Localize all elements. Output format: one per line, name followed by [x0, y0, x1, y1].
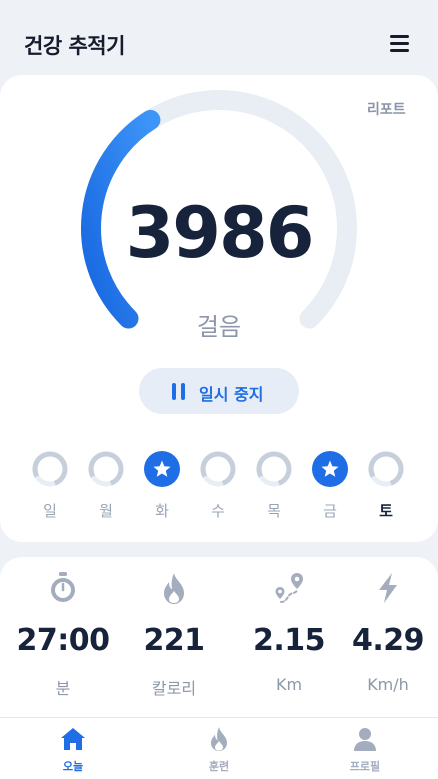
nav-label: 오늘: [62, 760, 84, 773]
route-icon: [275, 573, 303, 603]
day-label: 목: [267, 502, 281, 520]
stat-unit: 분: [55, 679, 71, 698]
pause-button-label: 일시 중지: [199, 385, 264, 404]
day-label: 수: [211, 502, 225, 520]
day-label: 일: [43, 502, 57, 520]
profile-icon: [354, 728, 376, 751]
day-label: 토: [379, 502, 393, 520]
app-header: 건강 추적기: [0, 0, 438, 82]
nav-item-today[interactable]: 오늘: [33, 724, 113, 778]
nav-item-profile[interactable]: 프로필: [325, 724, 405, 778]
stat-distance: 2.15 Km: [239, 571, 339, 701]
day-progress-6[interactable]: 금: [310, 448, 350, 528]
bottom-navigation: 오늘 훈련 프로필: [0, 717, 438, 779]
day-ring-icon: [368, 451, 404, 487]
goal-star-icon: [144, 451, 180, 487]
day-progress-1[interactable]: 일: [30, 448, 70, 528]
report-link[interactable]: 리포트: [367, 99, 406, 119]
day-label: 월: [99, 502, 113, 520]
day-progress-7[interactable]: 토: [366, 448, 406, 528]
day-label: 금: [323, 502, 337, 520]
pause-icon: [172, 383, 186, 400]
flame-icon: [164, 573, 184, 604]
stopwatch-icon: [51, 572, 75, 602]
day-progress-3[interactable]: 화: [142, 448, 182, 528]
pause-button[interactable]: 일시 중지: [139, 368, 299, 414]
steps-count: 3986: [125, 192, 315, 274]
stat-unit: Km/h: [367, 675, 409, 694]
day-progress-4[interactable]: 수: [198, 448, 238, 528]
nav-label: 훈련: [208, 760, 230, 773]
stat-unit: 칼로리: [151, 679, 197, 698]
stat-speed: 4.29 Km/h: [338, 571, 438, 701]
day-progress-5[interactable]: 목: [254, 448, 294, 528]
lightning-icon: [379, 573, 397, 603]
day-progress-2[interactable]: 월: [86, 448, 126, 528]
day-ring-icon: [88, 451, 124, 487]
day-ring-icon: [256, 451, 292, 487]
goal-star-icon: [312, 451, 348, 487]
steps-label: 걸음: [196, 313, 242, 341]
hamburger-menu-icon[interactable]: [386, 31, 414, 57]
nav-label: 프로필: [349, 760, 381, 773]
stat-duration: 27:00 분: [13, 571, 113, 701]
stat-value: 221: [143, 623, 205, 658]
flame-icon: [211, 727, 227, 751]
day-ring-icon: [32, 451, 68, 487]
day-label: 화: [155, 502, 169, 520]
stat-unit: Km: [275, 675, 303, 694]
day-ring-icon: [200, 451, 236, 487]
nav-item-training[interactable]: 훈련: [179, 724, 259, 778]
stat-value: 4.29: [351, 623, 425, 658]
app-title: 건강 추적기: [24, 34, 125, 58]
stat-calories: 221 칼로리: [124, 571, 224, 701]
home-icon: [61, 728, 85, 750]
stat-value: 27:00: [16, 623, 111, 658]
